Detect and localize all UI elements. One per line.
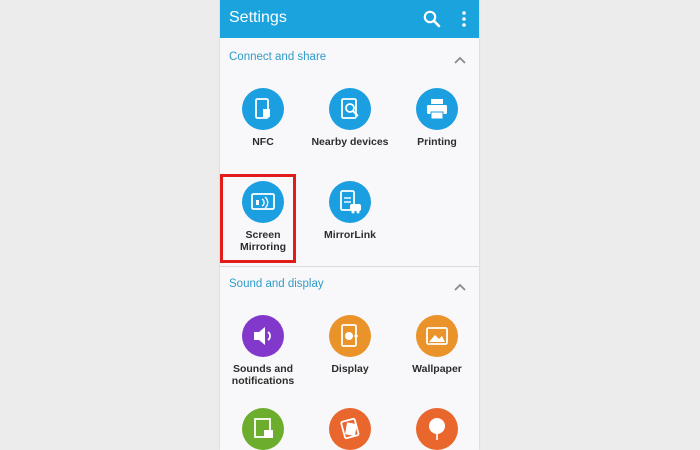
- tile-nearby-devices[interactable]: Nearby devices: [307, 88, 393, 148]
- nfc-icon: [242, 88, 284, 130]
- wallpaper-icon: [416, 315, 458, 357]
- section-header-connect-and-share[interactable]: Connect and share: [220, 42, 479, 72]
- tile-themes[interactable]: [307, 408, 393, 450]
- chevron-up-icon[interactable]: [453, 52, 467, 64]
- more-vert-icon[interactable]: [456, 9, 472, 29]
- tile-label: Display: [331, 363, 369, 375]
- tile-wallpaper[interactable]: Wallpaper: [394, 315, 479, 375]
- mirrorlink-icon: [329, 181, 371, 223]
- section-header-sound-and-display[interactable]: Sound and display: [220, 269, 479, 299]
- tile-lock-screen[interactable]: [220, 408, 306, 450]
- printer-icon: [416, 88, 458, 130]
- tile-balloon[interactable]: [394, 408, 479, 450]
- highlight-box: [220, 174, 296, 263]
- tile-label: Nearby devices: [311, 136, 389, 148]
- balloon-icon: [416, 408, 458, 450]
- search-icon[interactable]: [422, 9, 442, 29]
- chevron-up-icon[interactable]: [453, 279, 467, 291]
- tile-display[interactable]: Display: [307, 315, 393, 375]
- tile-label: MirrorLink: [324, 229, 376, 241]
- tile-nfc[interactable]: NFC: [220, 88, 306, 148]
- tile-label: Wallpaper: [412, 363, 462, 375]
- lock-screen-icon: [242, 408, 284, 450]
- app-bar: Settings: [220, 0, 479, 38]
- speaker-icon: [242, 315, 284, 357]
- tile-label: Printing: [417, 136, 457, 148]
- tile-label: NFC: [252, 136, 274, 148]
- section-title: Connect and share: [229, 51, 327, 63]
- tile-printing[interactable]: Printing: [394, 88, 479, 148]
- tile-label: Sounds and notifications: [231, 363, 295, 387]
- section-title: Sound and display: [229, 278, 324, 290]
- page-title: Settings: [229, 9, 287, 26]
- tile-mirrorlink[interactable]: MirrorLink: [307, 181, 393, 241]
- display-icon: [329, 315, 371, 357]
- themes-icon: [329, 408, 371, 450]
- section-divider: [220, 266, 479, 267]
- tile-sounds-and-notifications[interactable]: Sounds and notifications: [220, 315, 306, 387]
- nearby-devices-icon: [329, 88, 371, 130]
